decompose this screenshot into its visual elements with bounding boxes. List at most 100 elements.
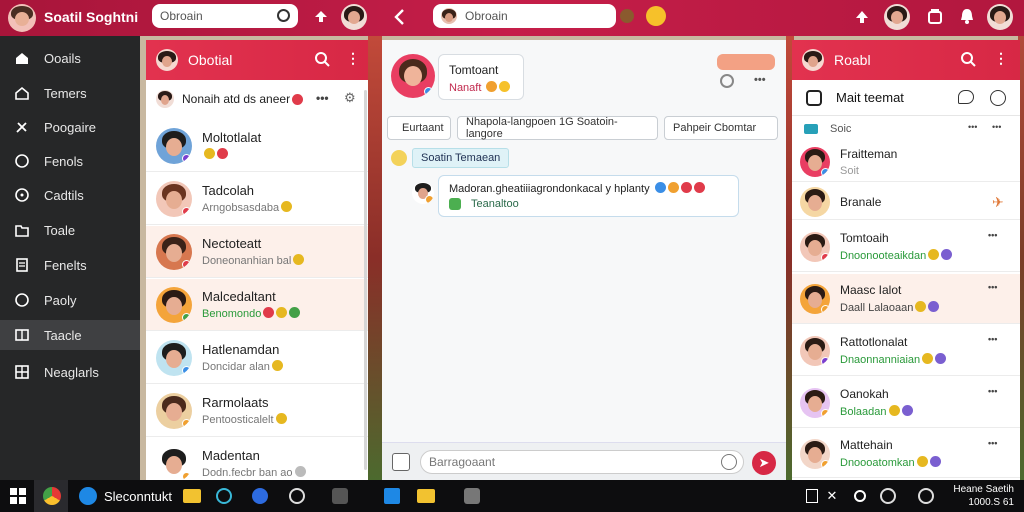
pin-icon[interactable]: ✈: [992, 194, 1004, 211]
sender-avatar[interactable]: [412, 182, 434, 204]
search-icon[interactable]: [848, 484, 872, 508]
label-chip[interactable]: Soatin Temaean: [412, 148, 510, 168]
close-icon[interactable]: ✕: [820, 484, 844, 508]
app-icon[interactable]: [285, 484, 309, 508]
nav-item[interactable]: Paoly: [0, 285, 140, 315]
more-horizontal-icon[interactable]: •••: [992, 122, 1001, 132]
file-explorer-icon[interactable]: [414, 484, 438, 508]
chip-option[interactable]: Nhapola-langpoen 1G Soatoin-langore: [457, 116, 658, 140]
search-icon[interactable]: [960, 51, 976, 67]
send-button[interactable]: ➤: [752, 451, 776, 475]
contact-list-item[interactable]: Fraitteman Soit: [792, 142, 1020, 182]
app-icon[interactable]: [212, 484, 236, 508]
more-options-icon[interactable]: ⋮: [346, 50, 360, 67]
user-avatar[interactable]: [884, 4, 910, 30]
conversation-panel: Tomtoant Nanaft ••• Eurtaant Nhapola-lan…: [382, 40, 786, 480]
chat-list-item[interactable]: Nectoteatt Doneonanhian bal: [146, 226, 368, 278]
nav-item[interactable]: Temers: [0, 78, 140, 108]
more-horizontal-icon[interactable]: •••: [988, 230, 997, 240]
settings-icon[interactable]: ⚙: [344, 90, 356, 106]
chip-option[interactable]: Eurtaant: [387, 116, 451, 140]
chat-list-item[interactable]: Hatlenamdan Doncidar alan: [146, 332, 368, 384]
home-icon: [14, 50, 30, 66]
chat-list-item[interactable]: Moltotlalat: [146, 120, 368, 172]
chat-preview: Doncidar alan: [202, 360, 283, 373]
app-icon[interactable]: [876, 484, 900, 508]
windows-start-icon[interactable]: [10, 488, 26, 504]
emoji-icon: [922, 353, 934, 364]
more-horizontal-icon[interactable]: •••: [754, 74, 766, 86]
contact-large-avatar[interactable]: [391, 54, 435, 98]
nav-item[interactable]: Poogaire: [0, 112, 140, 142]
emoji-icon: [293, 254, 305, 265]
square-icon[interactable]: [806, 89, 822, 106]
emoji-icon: [916, 456, 928, 467]
message-bubble[interactable]: Madoran.gheatiiiagrondonkacal y hplanty …: [438, 175, 739, 217]
more-horizontal-icon[interactable]: •••: [988, 282, 997, 292]
app-icon[interactable]: [460, 484, 484, 508]
message-compose-input[interactable]: Barragoaant: [420, 450, 744, 474]
contact-info-card[interactable]: Tomtoant Nanaft: [438, 54, 524, 100]
unread-pill[interactable]: [717, 54, 775, 70]
nav-item[interactable]: Toale: [0, 215, 140, 245]
nav-item[interactable]: Neaglarls: [0, 357, 140, 387]
user-avatar[interactable]: [987, 4, 1013, 30]
chat-list-item[interactable]: Tadcolah Arngobsasdaba: [146, 173, 368, 225]
nav-item[interactable]: Taacle: [0, 320, 140, 350]
taskbar-app-label[interactable]: Sleconntukt: [104, 489, 172, 504]
chat-preview: Arngobsasdaba: [202, 201, 293, 214]
search-icon[interactable]: [314, 51, 330, 67]
upload-icon[interactable]: [853, 8, 871, 26]
app-icon[interactable]: [248, 484, 272, 508]
chip-option[interactable]: Pahpeir Cbomtar: [664, 116, 778, 140]
chat-bubble-icon[interactable]: [958, 90, 974, 104]
chat-preview: Dodn.fecbr ban ao: [202, 466, 306, 479]
app-icon[interactable]: [914, 484, 938, 508]
more-horizontal-icon[interactable]: •••: [988, 438, 997, 448]
scrollbar[interactable]: [364, 90, 367, 470]
contact-list-item[interactable]: Tomtoaih Dnoonooteaikdan •••: [792, 222, 1020, 272]
app-icon[interactable]: [380, 484, 404, 508]
clock[interactable]: Heane Saetih 1000.S 61: [952, 483, 1014, 509]
more-horizontal-icon[interactable]: •••: [968, 122, 977, 132]
chat-list-item[interactable]: Malcedaltant Benomondo: [146, 279, 368, 331]
grid-icon: [14, 364, 30, 380]
emoji-icon[interactable]: [990, 90, 1006, 106]
emoji-icon: [941, 249, 953, 260]
nav-item[interactable]: Cadtils: [0, 180, 140, 210]
conversation-search-input[interactable]: Obroain: [433, 4, 616, 28]
attach-grid-icon[interactable]: [392, 453, 410, 471]
app-icon[interactable]: [328, 484, 352, 508]
more-horizontal-icon[interactable]: •••: [988, 386, 997, 396]
clock-icon[interactable]: [720, 74, 734, 88]
profile-avatar[interactable]: [8, 4, 36, 32]
nav-item[interactable]: Fenelts: [0, 250, 140, 280]
chat-list-item[interactable]: Rarmolaats Pentoosticalelt: [146, 385, 368, 437]
more-options-icon[interactable]: ⋮: [994, 50, 1008, 67]
edge-icon[interactable]: [76, 484, 100, 508]
user-avatar[interactable]: [341, 4, 367, 30]
more-horizontal-icon[interactable]: •••: [316, 91, 329, 105]
emoji-picker-icon[interactable]: [721, 454, 737, 470]
contact-list-item[interactable]: Rattotlonalat Dnaonnanniaian •••: [792, 326, 1020, 376]
contact-list-item[interactable]: Maasc Ialot Daall Lalaoaan •••: [792, 274, 1020, 324]
smile-emoji-icon[interactable]: [646, 6, 666, 26]
bag-icon[interactable]: [926, 7, 944, 25]
chat-filter-bar[interactable]: Nonaih atd ds aneer ••• ⚙: [146, 84, 368, 114]
search-input[interactable]: Obroain: [152, 4, 298, 28]
back-arrow-icon[interactable]: [392, 8, 408, 26]
bell-icon[interactable]: [958, 7, 976, 25]
document-icon: [14, 257, 30, 273]
nav-item[interactable]: Ooails: [0, 43, 140, 73]
bear-emoji-icon[interactable]: [619, 7, 635, 25]
chrome-icon[interactable]: [40, 484, 64, 508]
more-horizontal-icon[interactable]: •••: [988, 334, 997, 344]
search-icon[interactable]: [277, 9, 290, 22]
contact-list-item[interactable]: Oanokah Bolaadan •••: [792, 378, 1020, 428]
contact-list-item[interactable]: Branale ✈: [792, 184, 1020, 220]
contact-list-item[interactable]: Mattehain Dnoooatomkan •••: [792, 430, 1020, 478]
upload-icon[interactable]: [312, 8, 330, 26]
nav-item[interactable]: Fenols: [0, 146, 140, 176]
file-explorer-icon[interactable]: [180, 484, 204, 508]
contact-name: Maasc Ialot: [840, 283, 902, 297]
